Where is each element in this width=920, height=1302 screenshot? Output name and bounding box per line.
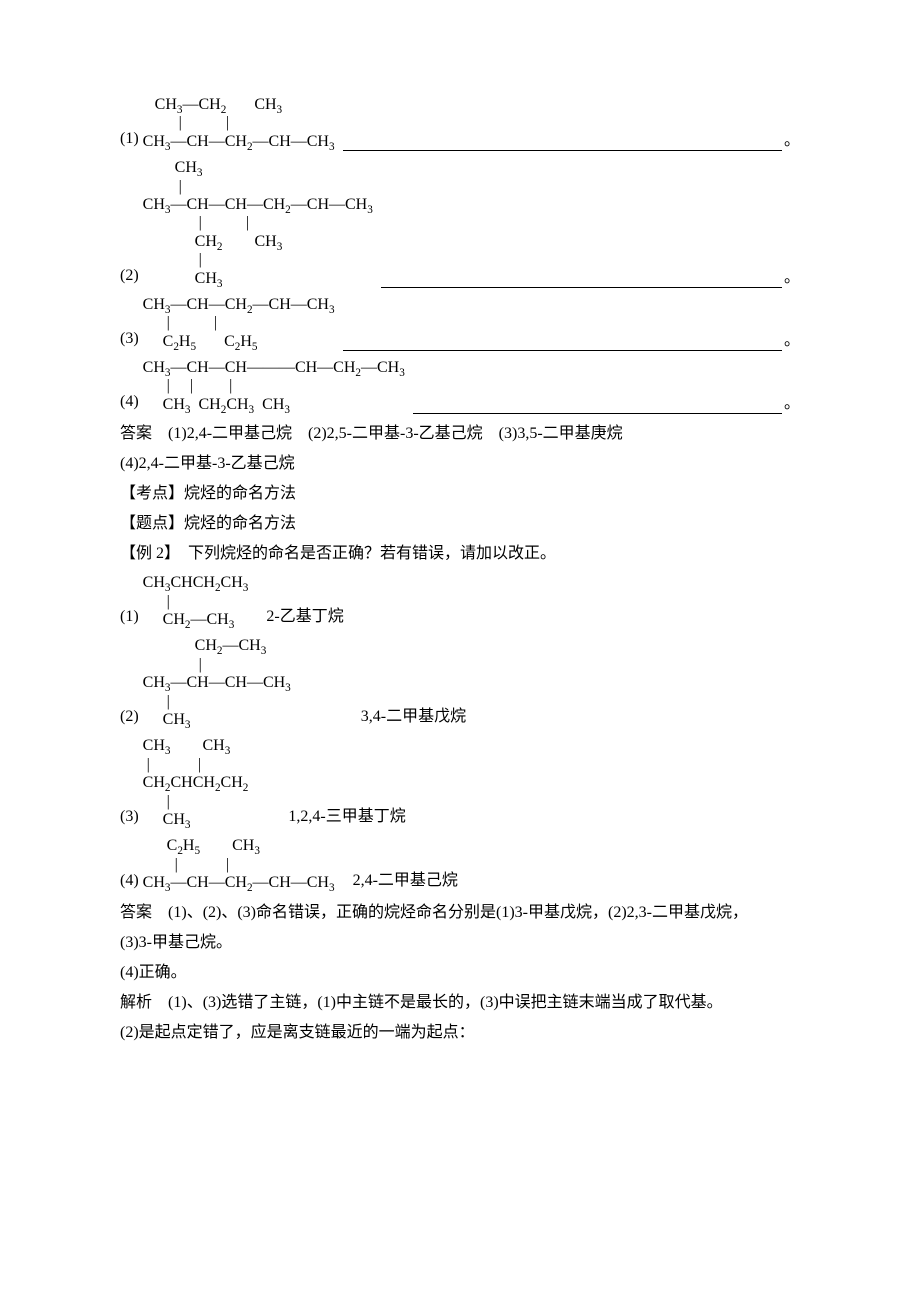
answer-label: 答案 (120, 425, 152, 442)
structure: CH3—CH—CH2—CH—CH3 | | C2H5 C2H5 (143, 296, 335, 351)
answer-blank[interactable] (381, 271, 782, 288)
structure: CH3—CH2 CH3 | | CH3—CH—CH2—CH—CH3 (143, 96, 335, 151)
q2-item-1: (1) CH3CHCH2CH3 | CH2—CH3 2-乙基丁烷 (120, 572, 800, 631)
structure: CH3 CH3 | | CH2CHCH2CH2 | CH3 (143, 737, 249, 829)
item-prefix: (3) (120, 327, 139, 353)
q2-item-4: (4) C2H5 CH3 | | CH3—CH—CH2—CH—CH3 2,4-二… (120, 835, 800, 894)
period: 。 (784, 266, 800, 290)
q2-stem: 【例 2】 下列烷烃的命名是否正确？若有错误，请加以改正。 (120, 542, 800, 566)
given-name: 1,2,4-三甲基丁烷 (288, 805, 405, 831)
q2-jiexi-line1: 解析 (1)、(3)选错了主链，(1)中主链不是最长的，(3)中误把主链末端当成… (120, 991, 800, 1015)
structure: CH3 | CH3—CH—CH—CH2—CH—CH3 | | CH2 CH3 |… (143, 159, 373, 288)
jiexi-label: 解析 (120, 994, 152, 1011)
q1-item-2: (2) CH3 | CH3—CH—CH—CH2—CH—CH3 | | CH2 C… (120, 157, 800, 290)
structure: CH2—CH3 | CH3—CH—CH—CH3 | CH3 (143, 637, 291, 729)
q1-kaodian: 【考点】烷烃的命名方法 (120, 482, 800, 506)
q2-answer-line3: (4)正确。 (120, 961, 800, 985)
example-label: 【例 2】 (120, 545, 172, 562)
period: 。 (784, 129, 800, 153)
item-prefix: (2) (120, 264, 139, 290)
q2-answer-line1: 答案 (1)、(2)、(3)命名错误，正确的烷烃命名分别是(1)3-甲基戊烷，(… (120, 901, 800, 925)
item-prefix: (3) (120, 805, 139, 831)
q1-answer-line2: (4)2,4-二甲基-3-乙基己烷 (120, 452, 800, 476)
q1-item-1: (1) CH3—CH2 CH3 | | CH3—CH—CH2—CH—CH3 。 (120, 94, 800, 153)
answer-blank[interactable] (343, 134, 782, 151)
period: 。 (784, 392, 800, 416)
structure: CH3—CH—CH———CH—CH2—CH3 | | | CH3 CH2CH3 … (143, 359, 405, 414)
given-name: 2-乙基丁烷 (266, 605, 343, 631)
answer-blank[interactable] (413, 397, 782, 414)
item-prefix: (4) (120, 869, 139, 895)
q1-answer-line1: 答案 (1)2,4-二甲基己烷 (2)2,5-二甲基-3-乙基己烷 (3)3,5… (120, 422, 800, 446)
q1-tidian: 【题点】烷烃的命名方法 (120, 512, 800, 536)
item-prefix: (4) (120, 390, 139, 416)
structure: CH3CHCH2CH3 | CH2—CH3 (143, 574, 249, 629)
q2-item-3: (3) CH3 CH3 | | CH2CHCH2CH2 | CH3 1,2,4-… (120, 735, 800, 831)
item-prefix: (1) (120, 127, 139, 153)
item-prefix: (2) (120, 705, 139, 731)
q2-jiexi-line2: (2)是起点定错了，应是离支链最近的一端为起点： (120, 1021, 800, 1045)
q2-item-2: (2) CH2—CH3 | CH3—CH—CH—CH3 | CH3 3,4-二甲… (120, 635, 800, 731)
q1-item-4: (4) CH3—CH—CH———CH—CH2—CH3 | | | CH3 CH2… (120, 357, 800, 416)
answer-blank[interactable] (343, 334, 782, 351)
answer-text: (1)2,4-二甲基己烷 (2)2,5-二甲基-3-乙基己烷 (3)3,5-二甲… (168, 425, 623, 442)
period: 。 (784, 329, 800, 353)
q2-answer-line2: (3)3-甲基己烷。 (120, 931, 800, 955)
structure: C2H5 CH3 | | CH3—CH—CH2—CH—CH3 (143, 837, 335, 892)
given-name: 2,4-二甲基己烷 (353, 869, 458, 895)
q1-item-3: (3) CH3—CH—CH2—CH—CH3 | | C2H5 C2H5 。 (120, 294, 800, 353)
given-name: 3,4-二甲基戊烷 (361, 705, 466, 731)
answer-label: 答案 (120, 904, 152, 921)
item-prefix: (1) (120, 605, 139, 631)
